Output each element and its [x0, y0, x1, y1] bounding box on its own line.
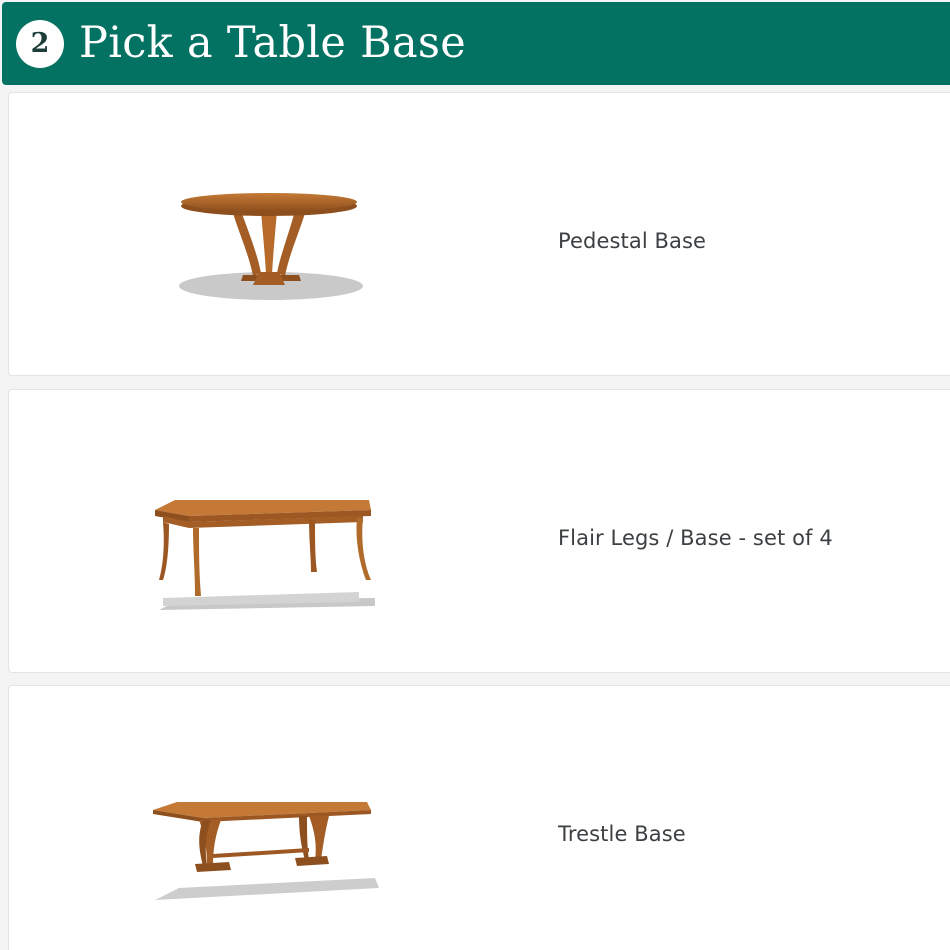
- pedestal-table-image: [179, 193, 363, 300]
- option-label: Pedestal Base: [558, 229, 707, 253]
- flair-legs-table-image: [155, 500, 375, 610]
- option-label: Flair Legs / Base - set of 4: [558, 526, 833, 550]
- option-card-trestle-base[interactable]: Trestle Base: [8, 685, 950, 950]
- trestle-table-image: [153, 802, 379, 900]
- step-title: Pick a Table Base: [79, 18, 467, 68]
- option-card-flair-legs[interactable]: Flair Legs / Base - set of 4: [8, 389, 950, 673]
- table-base-picker: 2 Pick a Table Base Pedestal Base Flair …: [0, 0, 950, 950]
- option-label: Trestle Base: [558, 822, 686, 846]
- option-card-pedestal-base[interactable]: Pedestal Base: [8, 92, 950, 376]
- step-header: 2 Pick a Table Base: [2, 2, 950, 85]
- step-number-badge: 2: [16, 19, 64, 68]
